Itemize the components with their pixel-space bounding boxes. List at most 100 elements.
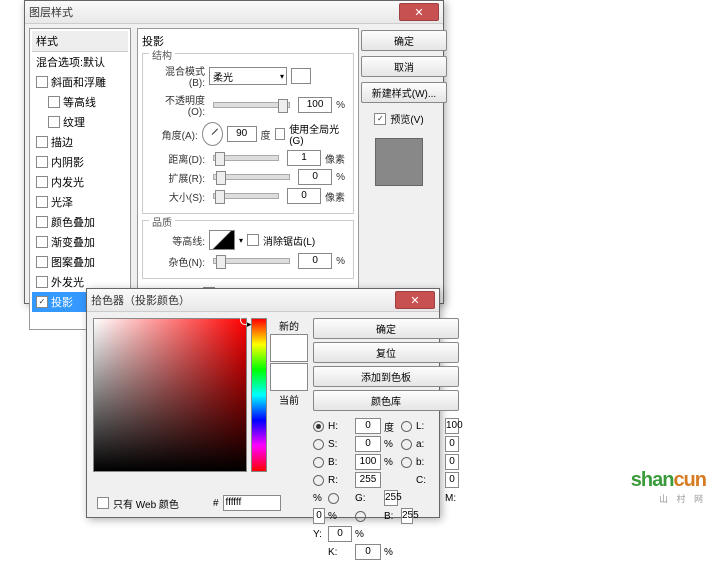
titlebar[interactable]: 拾色器（投影颜色） ✕ [87, 289, 439, 312]
hex-input[interactable]: ffffff [223, 495, 281, 511]
spread-label: 扩展(R): [151, 170, 205, 185]
s-radio[interactable] [313, 439, 324, 450]
preview-swatch [375, 138, 423, 186]
noise-input[interactable]: 0 [298, 253, 332, 269]
style-item[interactable]: 图案叠加 [32, 252, 128, 272]
bb-radio[interactable] [355, 511, 366, 522]
a-radio[interactable] [401, 439, 412, 450]
style-item[interactable]: 描边 [32, 132, 128, 152]
contour-picker[interactable] [209, 230, 235, 250]
size-label: 大小(S): [151, 189, 205, 204]
titlebar[interactable]: 图层样式 ✕ [25, 1, 443, 24]
distance-slider[interactable] [213, 155, 279, 161]
r-input[interactable]: 255 [355, 472, 381, 488]
current-color-swatch[interactable] [270, 363, 308, 391]
y-input[interactable]: 0 [328, 526, 352, 542]
close-icon[interactable]: ✕ [395, 291, 435, 309]
noise-slider[interactable] [213, 258, 290, 264]
style-checkbox[interactable] [48, 116, 60, 128]
spread-input[interactable]: 0 [298, 169, 332, 185]
style-item[interactable]: 内阴影 [32, 152, 128, 172]
hue-slider[interactable]: ▸ [251, 318, 267, 472]
size-input[interactable]: 0 [287, 188, 321, 204]
shadow-color-swatch[interactable] [291, 68, 311, 84]
distance-label: 距离(D): [151, 151, 205, 166]
style-checkbox[interactable] [36, 196, 48, 208]
bb-input[interactable]: 255 [401, 508, 413, 524]
noise-label: 杂色(N): [151, 254, 205, 269]
quality-group: 品质 等高线: ▾ 消除锯齿(L) 杂色(N): 0 % [142, 220, 354, 279]
dialog-title: 拾色器（投影颜色） [91, 292, 190, 308]
blend-options[interactable]: 混合选项:默认 [32, 52, 128, 72]
g-input[interactable]: 255 [384, 490, 398, 506]
style-item[interactable]: 等高线 [32, 92, 128, 112]
style-checkbox[interactable] [36, 296, 48, 308]
h-radio[interactable] [313, 421, 324, 432]
color-libs-button[interactable]: 颜色库 [313, 390, 459, 411]
s-input[interactable]: 0 [355, 436, 381, 452]
web-only-label: 只有 Web 颜色 [113, 496, 179, 511]
l-input[interactable]: 100 [445, 418, 459, 434]
ok-button[interactable]: 确定 [313, 318, 459, 339]
new-label: 新的 [279, 318, 299, 333]
style-item[interactable]: 内发光 [32, 172, 128, 192]
style-checkbox[interactable] [36, 176, 48, 188]
style-item[interactable]: 斜面和浮雕 [32, 72, 128, 92]
style-checkbox[interactable] [36, 76, 48, 88]
opacity-slider[interactable] [213, 102, 290, 108]
layer-style-dialog: 图层样式 ✕ 样式 混合选项:默认 斜面和浮雕等高线纹理描边内阴影内发光光泽颜色… [24, 0, 444, 304]
lab-b-radio[interactable] [401, 457, 412, 468]
new-style-button[interactable]: 新建样式(W)... [361, 82, 447, 103]
reset-button[interactable]: 复位 [313, 342, 459, 363]
antialias-checkbox[interactable] [247, 234, 259, 246]
color-values-grid: H:0度 L:100 S:0% a:0 B:100% b:0 R:255 C:0… [313, 418, 459, 560]
style-item[interactable]: 纹理 [32, 112, 128, 132]
dialog-title: 图层样式 [29, 4, 73, 20]
style-checkbox[interactable] [36, 276, 48, 288]
style-checkbox[interactable] [36, 156, 48, 168]
styles-list: 样式 混合选项:默认 斜面和浮雕等高线纹理描边内阴影内发光光泽颜色叠加渐变叠加图… [29, 28, 131, 330]
global-light-checkbox[interactable] [275, 128, 286, 140]
add-swatch-button[interactable]: 添加到色板 [313, 366, 459, 387]
style-checkbox[interactable] [36, 236, 48, 248]
style-item[interactable]: 渐变叠加 [32, 232, 128, 252]
blend-mode-select[interactable]: 柔光 [209, 67, 287, 85]
spread-slider[interactable] [213, 174, 290, 180]
styles-header[interactable]: 样式 [32, 31, 128, 52]
c-input[interactable]: 0 [445, 472, 459, 488]
hue-pointer-icon: ▸ [247, 319, 252, 330]
angle-dial[interactable] [202, 122, 223, 146]
preview-checkbox[interactable] [374, 113, 386, 125]
r-radio[interactable] [313, 475, 324, 486]
style-checkbox[interactable] [36, 136, 48, 148]
distance-input[interactable]: 1 [287, 150, 321, 166]
g-radio[interactable] [328, 493, 339, 504]
color-picker-dialog: 拾色器（投影颜色） ✕ ▸ 新的 当前 确定 复位 添加到色板 颜色库 H:0度… [86, 288, 440, 518]
current-label: 当前 [279, 392, 299, 407]
cancel-button[interactable]: 取消 [361, 56, 447, 77]
close-icon[interactable]: ✕ [399, 3, 439, 21]
lab-b-input[interactable]: 0 [445, 454, 459, 470]
style-checkbox[interactable] [48, 96, 60, 108]
a-input[interactable]: 0 [445, 436, 459, 452]
style-checkbox[interactable] [36, 216, 48, 228]
style-item[interactable]: 颜色叠加 [32, 212, 128, 232]
style-item[interactable]: 光泽 [32, 192, 128, 212]
b-radio[interactable] [313, 457, 324, 468]
angle-input[interactable]: 90 [227, 126, 257, 142]
web-only-checkbox[interactable] [97, 497, 109, 509]
ok-button[interactable]: 确定 [361, 30, 447, 51]
size-slider[interactable] [213, 193, 279, 199]
saturation-value-field[interactable] [93, 318, 247, 472]
opacity-input[interactable]: 100 [298, 97, 332, 113]
dialog-buttons: 确定 取消 新建样式(W)... 预览(V) [359, 28, 439, 330]
l-radio[interactable] [401, 421, 412, 432]
style-checkbox[interactable] [36, 256, 48, 268]
effect-settings-panel: 投影 结构 混合模式(B): 柔光 不透明度(O): 100 % 角度(A): [137, 28, 359, 330]
k-input[interactable]: 0 [355, 544, 381, 560]
b-input[interactable]: 100 [355, 454, 381, 470]
structure-group: 结构 混合模式(B): 柔光 不透明度(O): 100 % 角度(A): 90 … [142, 53, 354, 214]
new-color-swatch[interactable] [270, 334, 308, 362]
h-input[interactable]: 0 [355, 418, 381, 434]
m-input[interactable]: 0 [313, 508, 325, 524]
